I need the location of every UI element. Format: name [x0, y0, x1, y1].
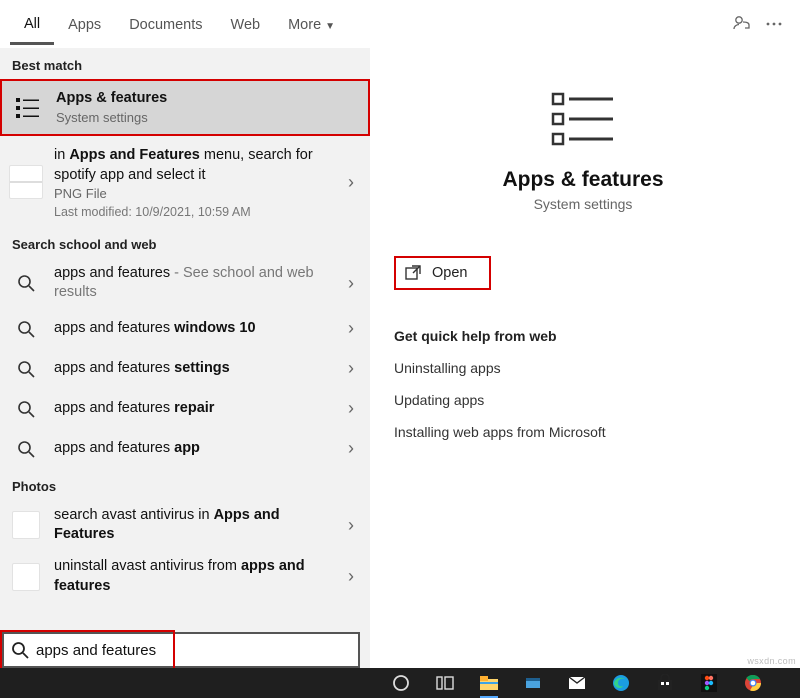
search-row: [0, 632, 370, 668]
watermark: wsxdn.com: [747, 656, 796, 666]
photo-result-0[interactable]: search avast antivirus in Apps and Featu…: [0, 500, 370, 551]
search-icon: [4, 641, 36, 659]
taskbar-chrome-icon[interactable]: [742, 672, 764, 694]
search-input[interactable]: [36, 642, 358, 659]
help-header: Get quick help from web: [394, 328, 772, 344]
preview-subtitle: System settings: [534, 196, 633, 212]
web-result-label: apps and features windows 10: [54, 319, 342, 339]
web-result-3[interactable]: apps and features repair ›: [0, 389, 370, 429]
open-label: Open: [432, 265, 467, 281]
chevron-right-icon[interactable]: ›: [342, 318, 360, 339]
taskbar-cortana-icon[interactable]: [390, 672, 412, 694]
results-panel: Best match Apps & features System settin…: [0, 48, 370, 698]
web-result-1[interactable]: apps and features windows 10 ›: [0, 309, 370, 349]
document-result[interactable]: in Apps and Features menu, search for sp…: [0, 138, 370, 227]
open-button[interactable]: Open: [394, 256, 491, 290]
search-icon: [8, 269, 44, 297]
chevron-right-icon[interactable]: ›: [342, 273, 360, 294]
section-best-match: Best match: [0, 48, 370, 79]
photo-result-label: search avast antivirus in Apps and Featu…: [54, 506, 342, 545]
document-filetype: PNG File: [54, 185, 342, 203]
tab-more[interactable]: More▼: [274, 5, 349, 43]
apps-features-icon: [10, 90, 46, 126]
chevron-right-icon[interactable]: ›: [342, 515, 360, 536]
web-result-label: apps and features settings: [54, 359, 342, 379]
best-match-title: Apps & features: [56, 90, 167, 106]
taskbar-store-icon[interactable]: [654, 672, 676, 694]
search-icon: [8, 395, 44, 423]
chevron-right-icon[interactable]: ›: [342, 398, 360, 419]
help-link-2[interactable]: Installing web apps from Microsoft: [394, 424, 772, 440]
web-result-2[interactable]: apps and features settings ›: [0, 349, 370, 389]
web-result-label: apps and features app: [54, 439, 342, 459]
search-icon: [8, 315, 44, 343]
taskbar-figma-icon[interactable]: [698, 672, 720, 694]
preview-title: Apps & features: [502, 168, 663, 192]
web-result-4[interactable]: apps and features app ›: [0, 429, 370, 469]
best-match-subtitle: System settings: [56, 109, 358, 127]
tab-all[interactable]: All: [10, 4, 54, 45]
chevron-right-icon[interactable]: ›: [342, 566, 360, 587]
document-title: in Apps and Features menu, search for sp…: [54, 146, 342, 185]
taskbar-edge-icon[interactable]: [610, 672, 632, 694]
taskbar-taskview-icon[interactable]: [434, 672, 456, 694]
chevron-right-icon[interactable]: ›: [342, 438, 360, 459]
best-match-result[interactable]: Apps & features System settings: [0, 79, 370, 136]
png-file-icon: [8, 164, 44, 200]
web-result-label: apps and features - See school and web r…: [54, 264, 342, 303]
image-file-icon: [8, 563, 44, 591]
search-icon: [8, 435, 44, 463]
help-link-0[interactable]: Uninstalling apps: [394, 360, 772, 376]
open-icon: [404, 264, 422, 282]
web-result-label: apps and features repair: [54, 399, 342, 419]
tab-documents[interactable]: Documents: [115, 5, 216, 43]
search-field[interactable]: [2, 632, 360, 668]
tab-apps[interactable]: Apps: [54, 5, 115, 43]
photo-result-label: uninstall avast antivirus from apps and …: [54, 557, 342, 596]
web-result-0[interactable]: apps and features - See school and web r…: [0, 258, 370, 309]
taskbar-app-1-icon[interactable]: [522, 672, 544, 694]
taskbar-mail-icon[interactable]: [566, 672, 588, 694]
taskbar-explorer-icon[interactable]: [478, 672, 500, 694]
more-options-icon[interactable]: [758, 8, 790, 40]
section-photos: Photos: [0, 469, 370, 500]
image-file-icon: [8, 511, 44, 539]
chevron-down-icon: ▼: [325, 21, 335, 32]
search-icon: [8, 355, 44, 383]
filter-tabs: All Apps Documents Web More▼: [0, 0, 800, 48]
taskbar: [0, 668, 800, 698]
help-link-1[interactable]: Updating apps: [394, 392, 772, 408]
section-search-web: Search school and web: [0, 227, 370, 258]
chevron-right-icon[interactable]: ›: [342, 172, 360, 193]
document-modified: Last modified: 10/9/2021, 10:59 AM: [54, 205, 342, 219]
apps-features-large-icon: [547, 84, 619, 156]
photo-result-1[interactable]: uninstall avast antivirus from apps and …: [0, 551, 370, 602]
chevron-right-icon[interactable]: ›: [342, 358, 360, 379]
preview-panel: Apps & features System settings Open Get…: [370, 48, 800, 698]
tab-web[interactable]: Web: [217, 5, 275, 43]
feedback-icon[interactable]: [726, 8, 758, 40]
